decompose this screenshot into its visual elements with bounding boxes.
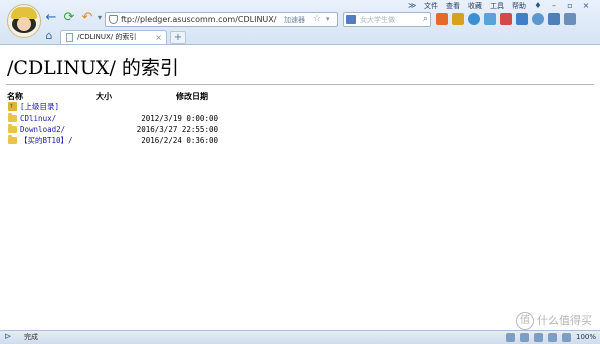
search-input[interactable]: 女大学生做 bbox=[360, 14, 395, 26]
search-box[interactable]: 女大学生做 ⌕ bbox=[343, 12, 431, 27]
extension-icon-8[interactable] bbox=[548, 13, 560, 25]
browser-toolbar: ≫ 文件 查看 收藏 工具 帮助 ♦ – ▫ × ← ⟳ ↶ ▾ ftp://p… bbox=[0, 0, 600, 45]
menu-favorites[interactable]: 收藏 bbox=[468, 1, 482, 11]
zoom-icon[interactable] bbox=[561, 333, 571, 342]
folder-icon bbox=[8, 135, 17, 144]
refresh-icon[interactable]: ⟳ bbox=[62, 11, 76, 25]
file-link[interactable]: CDlinux/ bbox=[20, 114, 56, 124]
extension-icon-2[interactable] bbox=[452, 13, 464, 25]
menu-view[interactable]: 查看 bbox=[446, 1, 460, 11]
status-text: 完成 bbox=[24, 333, 38, 341]
back-icon[interactable]: ← bbox=[44, 11, 58, 25]
tab-close-icon[interactable]: × bbox=[155, 31, 162, 44]
restore-icon[interactable]: ▫ bbox=[566, 1, 574, 10]
divider bbox=[6, 84, 594, 85]
tab-cdlinux-index[interactable]: /CDLINUX/ 的索引 × bbox=[60, 30, 167, 44]
speaker-icon[interactable] bbox=[505, 333, 515, 342]
file-row: Download2/ 2016/3/27 22:55:00 bbox=[8, 124, 218, 135]
extension-icon-4[interactable] bbox=[484, 13, 496, 25]
file-link[interactable]: 【买的BT10】/ bbox=[20, 136, 73, 146]
download-status-icon[interactable] bbox=[519, 333, 529, 342]
close-window-icon[interactable]: × bbox=[582, 1, 590, 10]
home-icon[interactable]: ⌂ bbox=[42, 29, 56, 43]
zoom-level[interactable]: 100% bbox=[576, 331, 596, 344]
file-row: 【买的BT10】/ 2016/2/24 0:36:00 bbox=[8, 135, 218, 146]
extension-icons bbox=[436, 12, 576, 26]
watermark-text: 什么值得买 bbox=[537, 314, 592, 327]
shirt-icon[interactable]: ♦ bbox=[534, 1, 542, 10]
menu-file[interactable]: 文件 bbox=[424, 1, 438, 11]
download-icon[interactable] bbox=[564, 13, 576, 25]
file-date: 2012/3/19 0:00:00 bbox=[141, 114, 218, 123]
parent-directory-link[interactable]: [上级目录] bbox=[20, 102, 59, 112]
menu-help[interactable]: 帮助 bbox=[512, 1, 526, 11]
watermark: 值什么值得买 bbox=[516, 312, 592, 330]
extension-icon-7[interactable] bbox=[532, 13, 544, 25]
file-date: 2016/3/27 22:55:00 bbox=[136, 125, 218, 134]
translate-icon[interactable] bbox=[547, 333, 557, 342]
accelerator-button[interactable]: 加速器 bbox=[284, 14, 305, 26]
extension-icon-1[interactable] bbox=[436, 13, 448, 25]
undo-icon[interactable]: ↶ bbox=[80, 11, 94, 25]
star-icon[interactable]: ☆ bbox=[313, 13, 321, 26]
file-link[interactable]: Download2/ bbox=[20, 125, 65, 135]
minimize-icon[interactable]: – bbox=[550, 1, 558, 10]
new-tab-button[interactable]: + bbox=[170, 31, 186, 44]
address-url[interactable]: ftp://pledger.asuscomm.com/CDLINUX/ bbox=[121, 14, 276, 26]
status-right: 100% bbox=[505, 331, 596, 344]
menu-tools[interactable]: 工具 bbox=[490, 1, 504, 11]
extension-icon-6[interactable] bbox=[516, 13, 528, 25]
parent-directory-row: [上级目录] bbox=[8, 101, 218, 112]
file-date: 2016/2/24 0:36:00 bbox=[141, 136, 218, 145]
page-title: /CDLINUX/ 的索引 bbox=[7, 57, 179, 79]
skin-icon[interactable]: ≫ bbox=[408, 1, 416, 10]
folder-icon bbox=[8, 124, 17, 133]
column-header-modified[interactable]: 修改日期 bbox=[176, 91, 208, 102]
search-engine-icon[interactable] bbox=[346, 15, 356, 24]
column-header-size[interactable]: 大小 bbox=[96, 91, 112, 102]
address-dropdown-icon[interactable]: ▾ bbox=[326, 13, 330, 26]
file-row: CDlinux/ 2012/3/19 0:00:00 bbox=[8, 113, 218, 124]
tab-title: /CDLINUX/ 的索引 bbox=[77, 33, 137, 41]
status-bar: ⊳ 完成 100% bbox=[0, 330, 600, 344]
watermark-logo: 值 bbox=[516, 312, 534, 330]
extension-icon-5[interactable] bbox=[500, 13, 512, 25]
screenshot-icon[interactable] bbox=[533, 333, 543, 342]
menu-bar: ≫ 文件 查看 收藏 工具 帮助 ♦ – ▫ × bbox=[408, 0, 590, 11]
sidebar-toggle-icon[interactable]: ⊳ bbox=[4, 332, 12, 343]
page-content: /CDLINUX/ 的索引 名称 大小 修改日期 [上级目录] CDlinux/… bbox=[0, 45, 600, 330]
extension-icon-3[interactable] bbox=[468, 13, 480, 25]
parent-folder-icon bbox=[8, 101, 17, 111]
shield-icon bbox=[109, 15, 118, 24]
address-bar[interactable]: ftp://pledger.asuscomm.com/CDLINUX/ 加速器 … bbox=[105, 12, 338, 27]
folder-icon bbox=[8, 113, 17, 122]
search-icon[interactable]: ⌕ bbox=[423, 13, 428, 26]
page-icon bbox=[66, 33, 73, 42]
tab-strip: ⌂ /CDLINUX/ 的索引 × + bbox=[0, 29, 600, 44]
